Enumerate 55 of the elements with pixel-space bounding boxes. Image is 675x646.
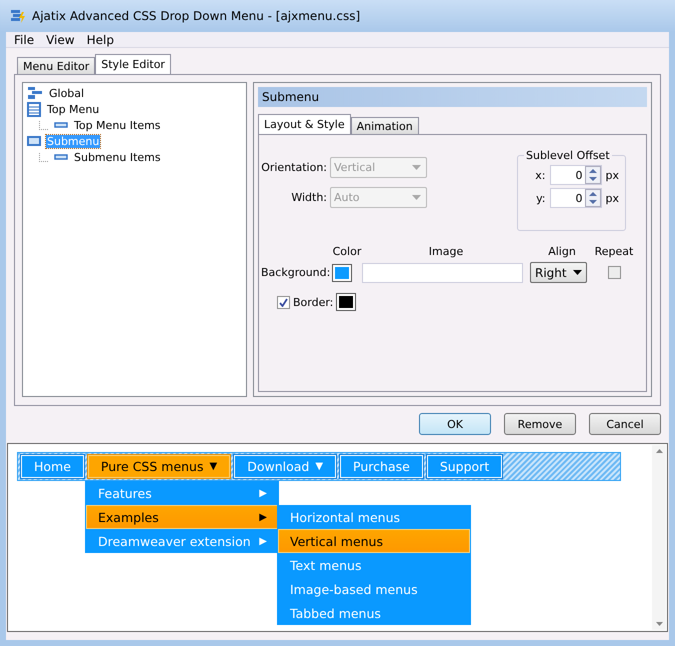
number-field[interactable]: 0 (550, 188, 602, 208)
field-label: y: (536, 192, 546, 204)
window-title: Ajatix Advanced CSS Drop Down Menu - [ajxmenu.css] (32, 9, 360, 23)
align-dropdown[interactable]: Right (530, 262, 587, 283)
column-label: Repeat (594, 245, 634, 258)
tree-item-icon (54, 154, 68, 160)
field-label: Width: (291, 191, 327, 204)
app-icon (10, 8, 26, 24)
spin-arrows-icon[interactable] (584, 166, 600, 184)
tab[interactable]: Animation (350, 117, 419, 134)
flyout-link[interactable]: Vertical menus (278, 529, 470, 553)
nav-item[interactable]: Pure CSS menus ▼ (88, 455, 230, 478)
spin-arrows-icon[interactable] (584, 189, 600, 207)
tab[interactable]: Menu Editor (17, 57, 96, 74)
tree-item[interactable]: Top Menu Items (73, 118, 162, 132)
dialog-button[interactable]: Cancel (589, 413, 661, 435)
tree-connector-icon (39, 152, 49, 162)
repeat-checkbox[interactable] (608, 266, 620, 279)
image-field[interactable] (362, 262, 523, 282)
number-field[interactable]: 0 (550, 165, 602, 185)
caret-icon (412, 195, 421, 200)
unit-label: px (606, 168, 619, 182)
menu-item[interactable]: File (14, 32, 42, 46)
color-swatch[interactable] (332, 264, 352, 282)
caret-icon (412, 165, 421, 170)
menu-item[interactable]: Help (86, 32, 122, 46)
dropdown-link[interactable]: Examples ▶ (86, 505, 278, 529)
tree-item-icon (54, 122, 68, 128)
tree-item[interactable]: Global (48, 86, 86, 100)
group-title: Sublevel Offset (525, 149, 611, 162)
menu-item[interactable]: View (46, 32, 83, 46)
scrollbar[interactable] (652, 445, 666, 630)
tree-item[interactable]: Top Menu (46, 102, 100, 116)
field-label: x: (535, 168, 546, 182)
tab[interactable]: Layout & Style (258, 114, 351, 134)
checkmark-icon (279, 298, 288, 306)
tree-bar-icon (27, 136, 41, 146)
caret-icon (573, 270, 582, 275)
tree-list-icon (27, 102, 41, 116)
unit-label: px (606, 192, 619, 204)
column-label: Image (428, 245, 464, 258)
dialog-button[interactable]: OK (419, 413, 491, 435)
tree-layers-icon (27, 86, 43, 100)
column-label: Align (548, 245, 576, 258)
field-label: Background: (261, 266, 332, 279)
column-label: Color (332, 245, 362, 258)
border-checkbox[interactable] (277, 296, 290, 308)
color-swatch[interactable] (336, 293, 356, 311)
tree-connector-icon (39, 120, 49, 130)
tab[interactable]: Style Editor (95, 54, 171, 74)
section-header: Submenu (258, 87, 647, 107)
tree-item[interactable]: Submenu Items (73, 150, 162, 164)
dialog-button[interactable]: Remove (504, 413, 576, 435)
field-label: Border: (293, 296, 334, 308)
field-label: Orientation: (261, 161, 327, 174)
